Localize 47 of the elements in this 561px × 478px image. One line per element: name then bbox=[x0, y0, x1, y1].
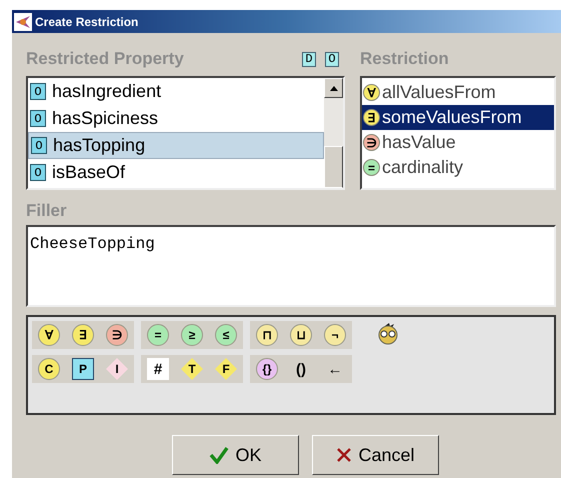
symbol-button[interactable]: P bbox=[72, 358, 94, 380]
property-item[interactable]: O isBaseOf bbox=[28, 159, 324, 186]
check-icon bbox=[209, 446, 230, 464]
symbol-button[interactable]: = bbox=[147, 324, 169, 346]
symbol-button[interactable]: T bbox=[181, 358, 203, 380]
restriction-icon: ∃ bbox=[363, 109, 380, 126]
filler-field[interactable]: CheeseTopping bbox=[26, 225, 556, 307]
add-property-button[interactable]: D bbox=[302, 52, 316, 66]
symbol-button[interactable]: ∋ bbox=[106, 324, 128, 346]
cartoon-head-icon[interactable] bbox=[376, 323, 400, 345]
cancel-button[interactable]: Cancel bbox=[312, 435, 439, 475]
symbol-button[interactable]: F bbox=[215, 358, 237, 380]
panel-title: Restriction bbox=[360, 49, 450, 69]
symbol-button[interactable]: ⊔ bbox=[290, 324, 312, 346]
restriction-icon: ∀ bbox=[363, 84, 380, 101]
property-item[interactable]: O hasSpiciness bbox=[28, 105, 324, 132]
cross-icon bbox=[336, 447, 352, 463]
property-icon: O bbox=[30, 83, 46, 100]
property-item[interactable]: O hasIngredient bbox=[28, 78, 324, 105]
scroll-up-icon[interactable] bbox=[330, 86, 338, 90]
property-icon: O bbox=[31, 137, 47, 154]
app-logo-icon bbox=[14, 12, 32, 30]
restriction-item[interactable]: ∃ someValuesFrom bbox=[362, 105, 554, 130]
symbol-button[interactable]: ≤ bbox=[215, 324, 237, 346]
symbol-button[interactable]: ≥ bbox=[181, 324, 203, 346]
symbol-button[interactable]: I bbox=[106, 358, 128, 380]
symbol-button[interactable]: C bbox=[38, 358, 60, 380]
scrollbar[interactable] bbox=[324, 78, 343, 188]
add-property-button[interactable]: O bbox=[325, 52, 339, 66]
window-title: Create Restriction bbox=[35, 14, 140, 28]
symbol-button[interactable]: {} bbox=[256, 358, 278, 380]
restriction-item[interactable]: ∋ hasValue bbox=[362, 130, 554, 155]
panel-title: Restricted Property bbox=[26, 49, 185, 69]
property-icon: O bbox=[30, 110, 46, 127]
restriction-item[interactable]: ∀ allValuesFrom bbox=[362, 80, 554, 105]
property-icon: O bbox=[30, 164, 46, 181]
symbol-button[interactable]: # bbox=[147, 358, 169, 380]
symbol-button[interactable]: ∃ bbox=[72, 324, 94, 346]
restriction-icon: ∋ bbox=[363, 134, 380, 151]
symbol-button[interactable]: ⊓ bbox=[256, 324, 278, 346]
restriction-icon: = bbox=[363, 159, 380, 176]
symbol-button[interactable]: ∀ bbox=[38, 324, 60, 346]
filler-label: Filler bbox=[26, 201, 68, 221]
symbol-button[interactable]: ¬ bbox=[324, 324, 346, 346]
property-item[interactable]: O hasTopping bbox=[28, 132, 324, 159]
restriction-item[interactable]: = cardinality bbox=[362, 155, 554, 180]
ok-button[interactable]: OK bbox=[172, 435, 299, 475]
